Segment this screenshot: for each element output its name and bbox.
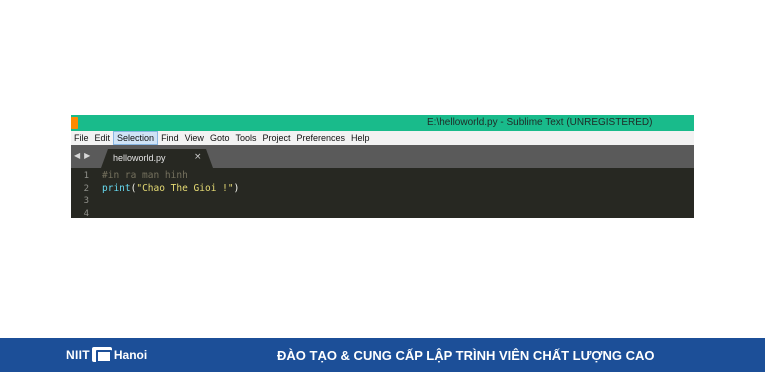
sublime-window: E:\helloworld.py - Sublime Text (UNREGIS… [71, 115, 694, 220]
code-line: #in ra man hinh [102, 170, 239, 183]
tab-helloworld[interactable]: helloworld.py × [101, 149, 213, 168]
logo-city: Hanoi [113, 347, 148, 362]
menu-selection[interactable]: Selection [113, 131, 159, 145]
banner-tagline: ĐÀO TẠO & CUNG CẤP LẬP TRÌNH VIÊN CHẤT L… [277, 348, 655, 363]
menu-preferences[interactable]: Preferences [293, 131, 348, 145]
code-line: print("Chao The Gioi !") [102, 183, 239, 196]
footer-banner: NIIT Hanoi ĐÀO TẠO & CUNG CẤP LẬP TRÌNH … [0, 338, 765, 372]
menu-bar: File Edit Selection Find View Goto Tools… [71, 131, 694, 145]
line-number: 1 [83, 171, 89, 181]
tab-nav: ◀ ▶ [74, 151, 90, 160]
menu-file[interactable]: File [71, 131, 92, 145]
tab-bar: ◀ ▶ helloworld.py × [71, 145, 694, 168]
menu-goto[interactable]: Goto [207, 131, 233, 145]
menu-project[interactable]: Project [259, 131, 293, 145]
window-title: E:\helloworld.py - Sublime Text (UNREGIS… [427, 117, 653, 128]
line-number-gutter: 1 2 3 4 [71, 170, 89, 220]
menu-tools[interactable]: Tools [232, 131, 259, 145]
line-number: 2 [83, 183, 89, 194]
menu-find[interactable]: Find [158, 131, 182, 145]
title-bar[interactable]: E:\helloworld.py - Sublime Text (UNREGIS… [71, 115, 694, 131]
line-number: 4 [83, 208, 89, 219]
forward-arrow-icon[interactable]: ▶ [84, 151, 90, 160]
menu-edit[interactable]: Edit [92, 131, 114, 145]
sublime-app-icon [71, 117, 78, 129]
menu-view[interactable]: View [182, 131, 207, 145]
code-comment: #in ra man hinh [102, 170, 188, 181]
code-string: "Chao The Gioi !" [136, 182, 234, 194]
niit-logo: NIIT Hanoi [66, 347, 148, 363]
code-builtin: print [102, 182, 131, 194]
logo-mark-icon [91, 347, 112, 363]
tab-label: helloworld.py [113, 153, 166, 163]
menu-help[interactable]: Help [348, 131, 373, 145]
line-number: 3 [83, 196, 89, 206]
code-paren-close: ) [233, 182, 240, 194]
back-arrow-icon[interactable]: ◀ [74, 151, 80, 160]
logo-text: NIIT [66, 347, 90, 362]
code-editor[interactable]: 1 2 3 4 #in ra man hinh print("Chao The … [71, 168, 694, 220]
close-icon[interactable]: × [194, 152, 202, 162]
code-area[interactable]: #in ra man hinh print("Chao The Gioi !") [102, 170, 239, 220]
